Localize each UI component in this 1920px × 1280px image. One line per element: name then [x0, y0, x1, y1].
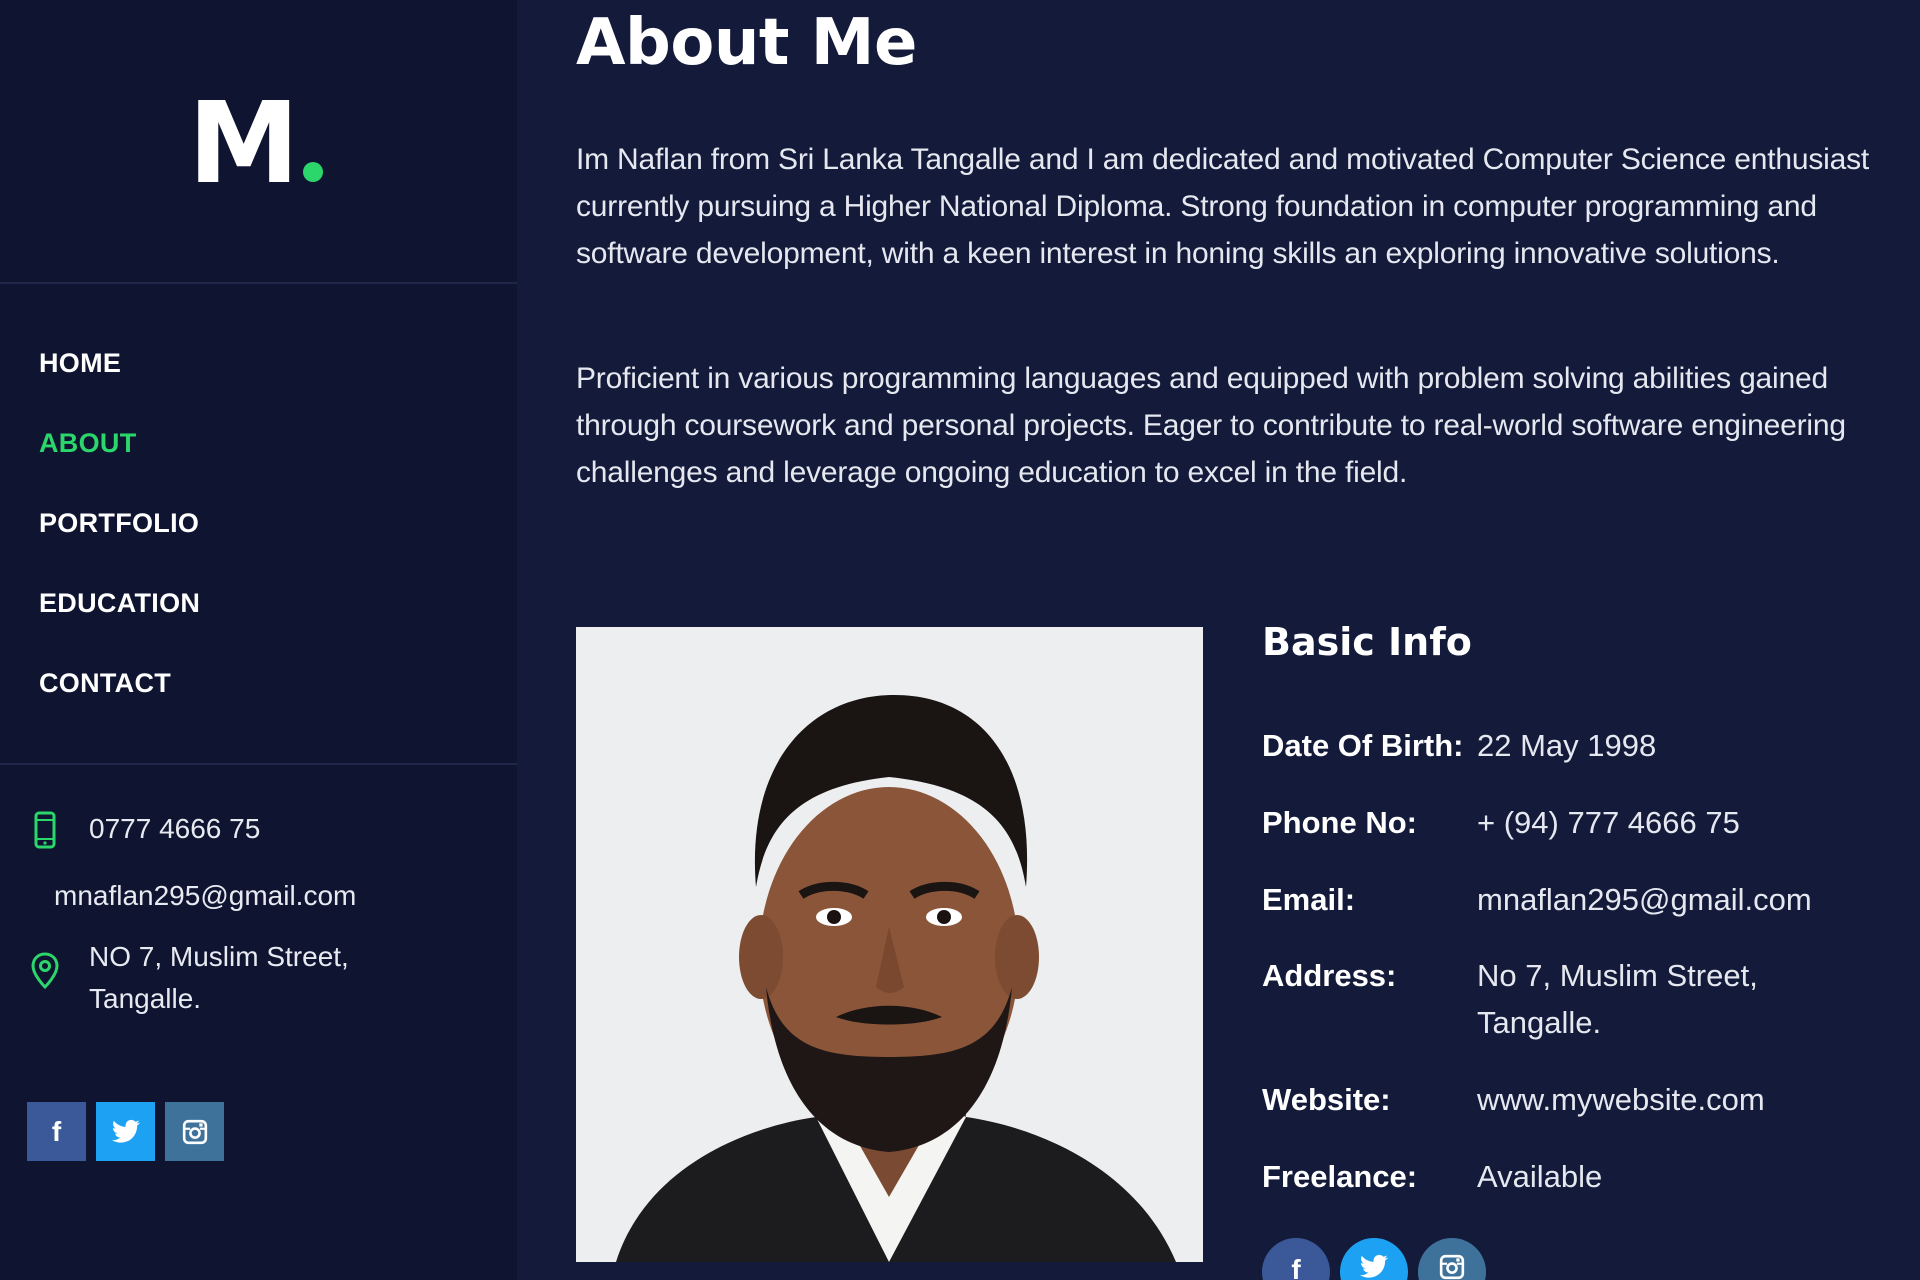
sidebar-divider-top — [0, 282, 517, 284]
twitter-icon — [111, 1119, 140, 1143]
nav-item-education[interactable]: EDUCATION — [39, 584, 200, 664]
logo-letter: M — [188, 79, 299, 209]
basic-info-title: Basic Info — [1262, 620, 1472, 664]
sidebar-divider-bottom — [0, 763, 517, 765]
facebook-round-button[interactable]: f — [1262, 1238, 1330, 1280]
sidebar: M HOME ABOUT PORTFOLIO EDUCATION CONTACT… — [0, 0, 517, 1280]
info-label-email: Email: — [1262, 882, 1356, 917]
info-value-website[interactable]: www.mywebsite.com — [1477, 1076, 1877, 1123]
nav-item-portfolio[interactable]: PORTFOLIO — [39, 504, 200, 584]
basic-info: Basic Info Date Of Birth: 22 May 1998 Ph… — [1262, 620, 1882, 1194]
about-paragraph-2: Proficient in various programming langua… — [576, 362, 1846, 489]
main-nav: HOME ABOUT PORTFOLIO EDUCATION CONTACT — [39, 344, 200, 744]
facebook-icon: f — [1291, 1254, 1301, 1280]
nav-item-contact[interactable]: CONTACT — [39, 664, 200, 744]
contact-address-line2: Tangalle. — [89, 983, 202, 1014]
instagram-icon — [1439, 1254, 1465, 1280]
contact-address-line1: NO 7, Muslim Street, — [89, 941, 349, 972]
info-label-website: Website: — [1262, 1082, 1391, 1117]
info-label-dob: Date Of Birth: — [1262, 728, 1464, 763]
instagram-round-button[interactable] — [1418, 1238, 1486, 1280]
facebook-icon: f — [51, 1115, 62, 1147]
location-pin-icon — [31, 952, 59, 990]
info-value-email[interactable]: mnaflan295@gmail.com — [1477, 876, 1877, 923]
about-paragraph-1: Im Naflan from Sri Lanka Tangalle and I … — [576, 143, 1870, 270]
profile-photo-illustration — [576, 627, 1203, 1262]
info-label-phone: Phone No: — [1262, 805, 1417, 840]
facebook-button[interactable]: f — [27, 1102, 86, 1161]
profile-photo — [576, 627, 1203, 1262]
info-value-dob: 22 May 1998 — [1477, 728, 1657, 763]
twitter-button[interactable] — [96, 1102, 155, 1161]
sidebar-social-links: f — [27, 1102, 224, 1161]
nav-item-home[interactable]: HOME — [39, 344, 200, 424]
nav-item-about[interactable]: ABOUT — [39, 424, 200, 504]
info-value-freelance: Available — [1477, 1159, 1603, 1194]
instagram-icon — [182, 1119, 207, 1144]
phone-icon — [34, 811, 56, 849]
main-social-links: f — [1262, 1238, 1486, 1280]
info-value-address: No 7, Muslim Street, Tangalle. — [1477, 958, 1758, 1040]
instagram-button[interactable] — [165, 1102, 224, 1161]
contact-email[interactable]: mnaflan295@gmail.com — [54, 875, 356, 917]
twitter-icon — [1359, 1254, 1388, 1278]
logo-dot — [303, 162, 324, 182]
info-label-freelance: Freelance: — [1262, 1159, 1418, 1194]
page-title: About Me — [576, 6, 917, 80]
contact-phone: 0777 4666 75 — [89, 813, 261, 844]
logo[interactable]: M — [188, 88, 324, 200]
info-value-phone: + (94) 777 4666 75 — [1477, 805, 1740, 840]
twitter-round-button[interactable] — [1340, 1238, 1408, 1280]
info-label-address: Address: — [1262, 958, 1397, 993]
